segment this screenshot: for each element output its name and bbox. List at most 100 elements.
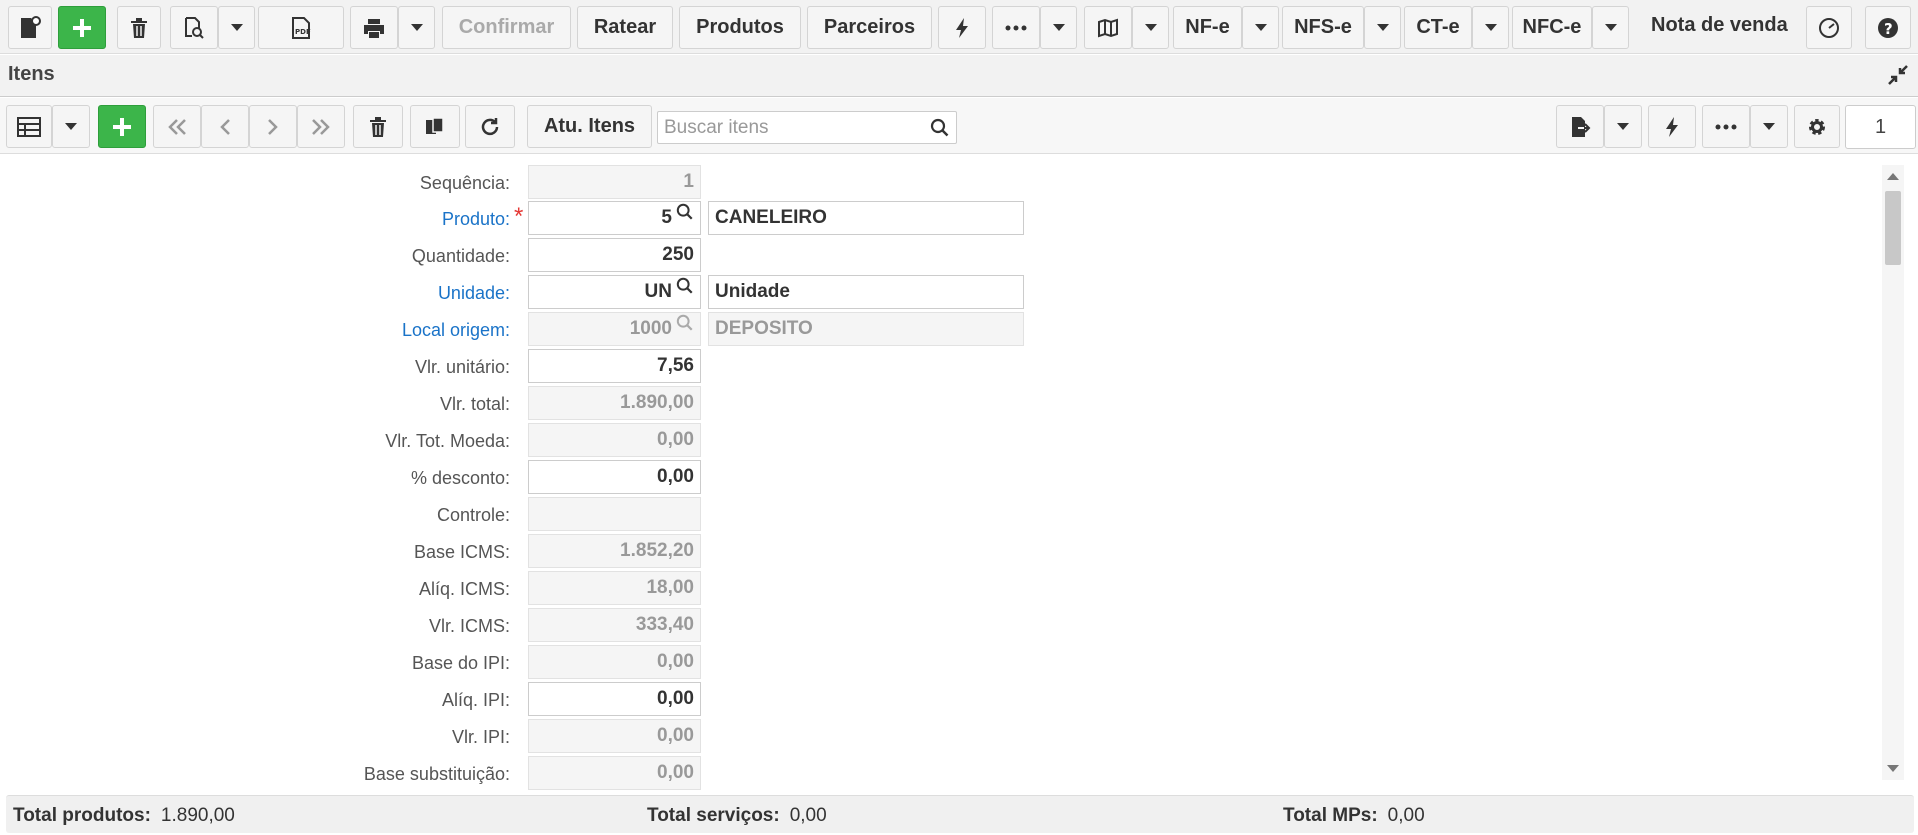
nfe-button[interactable]: NF-e bbox=[1173, 6, 1242, 49]
chevron-down-icon bbox=[230, 24, 243, 31]
local-origem-label[interactable]: Local origem: bbox=[0, 320, 510, 341]
parceiros-button[interactable]: Parceiros bbox=[807, 6, 932, 49]
print-dropdown[interactable] bbox=[398, 6, 435, 49]
page-number[interactable]: 1 bbox=[1845, 105, 1916, 149]
base-icms-field: 1.852,20 bbox=[528, 534, 701, 568]
quantidade-field[interactable]: 250 bbox=[528, 238, 701, 272]
actions-button[interactable] bbox=[938, 6, 986, 49]
trash-icon bbox=[370, 116, 386, 137]
total-servicos-value: 0,00 bbox=[789, 805, 827, 826]
cte-button[interactable]: CT-e bbox=[1404, 6, 1472, 49]
aliq-ipi-field[interactable]: 0,00 bbox=[528, 682, 701, 716]
vlr-unitario-label: Vlr. unitário: bbox=[414, 357, 510, 377]
nfce-dropdown[interactable] bbox=[1592, 6, 1629, 49]
ratear-button[interactable]: Ratear bbox=[577, 6, 673, 49]
more-options-dropdown[interactable] bbox=[1040, 6, 1077, 49]
unidade-code-field[interactable]: UN bbox=[528, 275, 701, 309]
add-button[interactable] bbox=[58, 6, 106, 49]
search-icon[interactable] bbox=[676, 200, 694, 232]
item-more-button[interactable] bbox=[1702, 105, 1750, 148]
nfce-button[interactable]: NFC-e bbox=[1512, 6, 1592, 49]
desconto-label: % desconto: bbox=[410, 468, 510, 488]
total-servicos: Total serviços: 0,00 bbox=[647, 805, 827, 827]
grid-view-dropdown[interactable] bbox=[52, 105, 90, 148]
chevron-right-icon bbox=[268, 118, 278, 135]
export-dropdown[interactable] bbox=[1604, 105, 1642, 148]
total-produtos-value: 1.890,00 bbox=[160, 805, 235, 826]
scroll-thumb[interactable] bbox=[1885, 191, 1901, 265]
delete-button[interactable] bbox=[117, 6, 161, 49]
refresh-button[interactable] bbox=[465, 105, 515, 148]
map-button[interactable] bbox=[1084, 6, 1132, 49]
nfse-dropdown[interactable] bbox=[1364, 6, 1401, 49]
unidade-label[interactable]: Unidade: bbox=[0, 283, 510, 304]
produtos-button[interactable]: Produtos bbox=[679, 6, 801, 49]
nfse-button[interactable]: NFS-e bbox=[1282, 6, 1364, 49]
unidade-code: UN bbox=[644, 281, 672, 302]
table-icon bbox=[17, 116, 41, 137]
gear-icon bbox=[1809, 118, 1825, 135]
plus-icon bbox=[73, 18, 91, 37]
item-actions-button[interactable] bbox=[1648, 105, 1696, 148]
nfe-dropdown[interactable] bbox=[1242, 6, 1279, 49]
previous-record-button[interactable] bbox=[201, 105, 249, 148]
base-subst-field: 0,00 bbox=[528, 756, 701, 790]
search-input[interactable] bbox=[658, 112, 918, 143]
search-items[interactable] bbox=[657, 111, 957, 144]
vlr-unitario-field[interactable]: 7,56 bbox=[528, 349, 701, 383]
item-form: Sequência: 1 Produto: * 5 CANELEIRO Quan… bbox=[0, 155, 1880, 790]
collapse-button[interactable] bbox=[1886, 63, 1910, 92]
help-button[interactable]: ? bbox=[1865, 6, 1911, 49]
export-button[interactable] bbox=[1556, 105, 1604, 148]
more-options-button[interactable] bbox=[992, 6, 1040, 49]
cte-dropdown[interactable] bbox=[1472, 6, 1509, 49]
update-items-button[interactable]: Atu. Itens bbox=[527, 105, 652, 148]
more-icon bbox=[1005, 25, 1027, 30]
produto-label[interactable]: Produto: bbox=[0, 209, 510, 230]
items-panel-header: Itens bbox=[0, 55, 1918, 97]
dashboard-button[interactable] bbox=[1806, 6, 1852, 49]
desconto-field[interactable]: 0,00 bbox=[528, 460, 701, 494]
map-dropdown[interactable] bbox=[1132, 6, 1169, 49]
next-record-button[interactable] bbox=[249, 105, 297, 148]
item-more-dropdown[interactable] bbox=[1750, 105, 1788, 148]
field-row-base-ipi: Base do IPI: 0,00 bbox=[0, 645, 1100, 679]
items-toolbar: Atu. Itens bbox=[0, 98, 1918, 154]
search-document-dropdown[interactable] bbox=[218, 6, 255, 49]
add-item-button[interactable] bbox=[98, 105, 146, 148]
print-button[interactable] bbox=[350, 6, 398, 49]
svg-text:?: ? bbox=[1884, 20, 1893, 38]
scroll-up-icon[interactable] bbox=[1887, 173, 1899, 180]
delete-item-button[interactable] bbox=[353, 105, 403, 148]
grid-view-button[interactable] bbox=[6, 105, 52, 148]
vlr-total-label: Vlr. total: bbox=[439, 394, 510, 414]
main-toolbar: PDF Confirmar Ratear Produtos Parceiros … bbox=[0, 0, 1918, 54]
field-row-vlr-total: Vlr. total: 1.890,00 bbox=[0, 386, 1100, 420]
base-subst-label: Base substituição: bbox=[363, 764, 510, 784]
produto-description-field[interactable]: CANELEIRO bbox=[708, 201, 1024, 235]
vlr-icms-label: Vlr. ICMS: bbox=[428, 616, 510, 636]
scroll-down-icon[interactable] bbox=[1887, 765, 1899, 772]
unidade-description-field[interactable]: Unidade bbox=[708, 275, 1024, 309]
search-icon[interactable] bbox=[676, 274, 694, 306]
pdf-button[interactable]: PDF bbox=[258, 6, 344, 49]
confirm-button[interactable]: Confirmar bbox=[442, 6, 571, 49]
form-scrollbar[interactable] bbox=[1882, 165, 1904, 780]
search-document-button[interactable] bbox=[170, 6, 218, 49]
search-icon[interactable] bbox=[930, 118, 950, 143]
page-title: Nota de venda bbox=[1651, 14, 1788, 36]
total-mps-label: Total MPs: bbox=[1283, 805, 1378, 826]
field-row-vlr-icms: Vlr. ICMS: 333,40 bbox=[0, 608, 1100, 642]
settings-button[interactable] bbox=[1794, 105, 1840, 148]
produto-code-field[interactable]: 5 bbox=[528, 201, 701, 235]
last-record-button[interactable] bbox=[297, 105, 345, 148]
chevron-left-icon bbox=[220, 118, 230, 135]
chevrons-right-icon bbox=[312, 118, 330, 135]
duplicate-item-button[interactable] bbox=[410, 105, 460, 148]
more-icon bbox=[1715, 124, 1737, 129]
chevron-down-icon bbox=[410, 24, 423, 31]
first-record-button[interactable] bbox=[153, 105, 201, 148]
new-document-button[interactable] bbox=[8, 6, 52, 49]
chevron-down-icon bbox=[1617, 123, 1629, 130]
totals-footer: Total produtos: 1.890,00 Total serviços: 0… bbox=[6, 795, 1914, 833]
